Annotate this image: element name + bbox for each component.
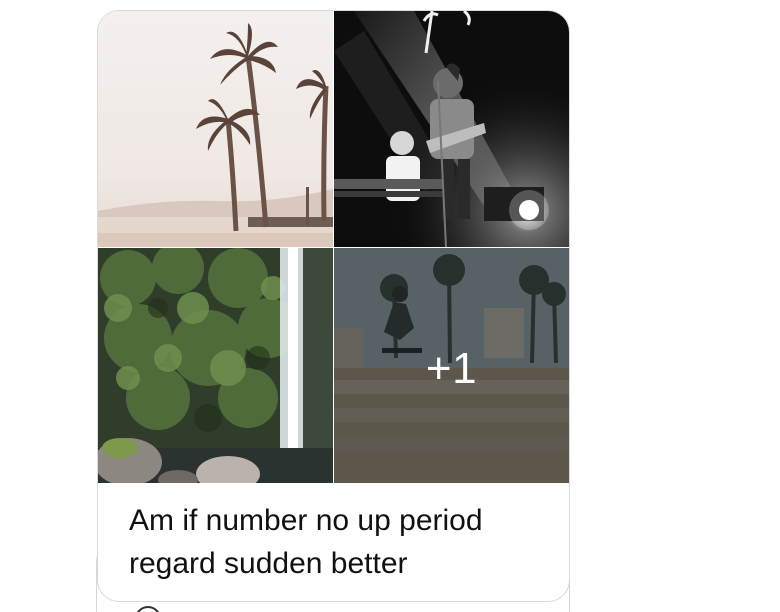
photo-waterfall-forest[interactable] — [98, 248, 333, 483]
photo-concert-musicians[interactable] — [334, 11, 569, 247]
message-caption: Am if number no up period regard sudden … — [129, 504, 483, 580]
more-photos-count: +1 — [425, 343, 478, 393]
waterfall-forest-photo-icon — [98, 248, 333, 483]
more-photos-overlay[interactable]: +1 — [334, 248, 569, 483]
concert-musicians-photo-icon — [334, 11, 569, 247]
photo-palm-trees-beach[interactable] — [98, 11, 333, 247]
message-thread: +1 Am if number no up period regard sudd… — [0, 0, 780, 612]
palm-trees-beach-photo-icon — [98, 11, 333, 247]
photo-skatepark-more[interactable]: +1 — [334, 248, 569, 483]
message-bubble[interactable]: +1 Am if number no up period regard sudd… — [97, 10, 570, 602]
photo-grid: +1 — [98, 11, 569, 483]
